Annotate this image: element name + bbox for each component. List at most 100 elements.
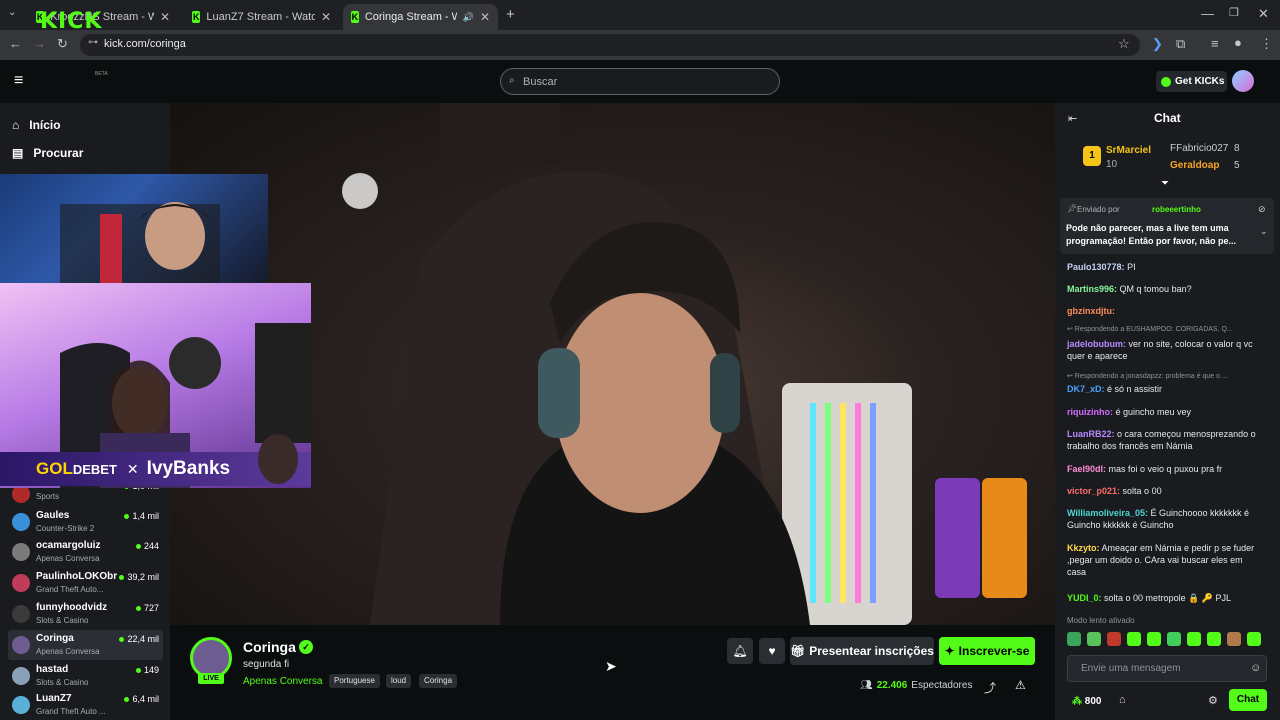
gift-subs-button[interactable]: 🎁︎ Presentear inscrições	[790, 637, 934, 665]
chat-username[interactable]: Williamoliveira_05:	[1067, 508, 1148, 518]
chat-username[interactable]: DK7_xD:	[1067, 384, 1105, 394]
leaderboard-name[interactable]: FFabricio027	[1170, 143, 1228, 154]
kick-logo[interactable]: KICK	[40, 9, 102, 34]
channel-name[interactable]: Coringa	[243, 639, 296, 655]
emote-icon[interactable]	[1227, 632, 1241, 646]
stream-category-link[interactable]: Apenas Conversa	[243, 676, 323, 687]
chat-username[interactable]: Martins996:	[1067, 284, 1117, 294]
sidebar-channel-funnyhoodvidz[interactable]: funnyhoodvidz Slots & Casino 727	[8, 599, 163, 629]
emote-icon[interactable]	[1067, 632, 1081, 646]
notification-bell-button[interactable]: 🔔︎	[727, 638, 753, 664]
stream-tag[interactable]: Coringa	[419, 674, 458, 688]
menu-dots-icon[interactable]: ⋮	[1260, 36, 1273, 52]
chat-username[interactable]: Fael90dl:	[1067, 464, 1106, 474]
close-tab-icon[interactable]: ✕	[480, 10, 490, 24]
follow-heart-button[interactable]: ♥	[759, 638, 785, 664]
sidebar-channel-gaules[interactable]: Gaules Counter-Strike 2 1,4 mil	[8, 507, 163, 537]
expand-leaderboard-icon[interactable]: ⏷	[1161, 178, 1169, 189]
chat-username[interactable]: gbzinxdjtu:	[1067, 306, 1115, 316]
emote-icon[interactable]	[1247, 632, 1261, 646]
browser-tab-luanz7[interactable]: K LuanZ7 Stream - Watch Live on ✕	[184, 4, 339, 30]
emote-icon[interactable]	[1167, 632, 1181, 646]
chat-message[interactable]: Kkzyto: Ameaçar em Nárnia e pedir p se f…	[1067, 542, 1262, 578]
send-chat-button[interactable]: Chat	[1229, 689, 1267, 711]
nav-inicio[interactable]: ⌂ Início	[12, 118, 61, 132]
extensions-puzzle-icon[interactable]: ⧉	[1176, 36, 1185, 52]
chat-text: é guincho meu vey	[1115, 407, 1192, 417]
leaderboard-name[interactable]: SrMarciel	[1106, 145, 1151, 156]
chat-message[interactable]: LuanRB22: o cara começou menosprezando o…	[1067, 428, 1262, 452]
new-tab-icon[interactable]: +	[506, 6, 515, 23]
channel-avatar	[12, 543, 30, 561]
chat-username[interactable]: jadelobubum:	[1067, 339, 1126, 349]
subscribe-button[interactable]: ✦ Inscrever-se	[939, 637, 1035, 665]
browser-tab-coringa[interactable]: K Coringa Stream - Watch Live 🔊 ✕	[343, 4, 498, 30]
chat-message[interactable]: DK7_xD: é só n assistir	[1067, 383, 1262, 395]
unpin-icon[interactable]: ⊘	[1258, 204, 1266, 215]
media-control-icon[interactable]: ≡	[1211, 36, 1219, 51]
pinned-message[interactable]: 📌︎ Enviado por robeeertinho Pode não par…	[1060, 198, 1274, 254]
report-warning-icon[interactable]: ⚠	[1015, 678, 1026, 692]
chat-username[interactable]: Paulo130778:	[1067, 262, 1125, 272]
sidebar-channel-luanz7[interactable]: LuanZ7 Grand Theft Auto ... 6,4 mil	[8, 690, 163, 720]
hamburger-menu-icon[interactable]: ≡	[14, 72, 23, 90]
site-info-icon[interactable]: ⊶	[88, 37, 98, 48]
chat-message[interactable]: Williamoliveira_05: É Guinchoooo kkkkkkk…	[1067, 507, 1262, 531]
chat-message[interactable]: jadelobubum: ver no site, colocar o valo…	[1067, 338, 1262, 362]
chat-username[interactable]: LuanRB22:	[1067, 429, 1115, 439]
emote-icon[interactable]	[1207, 632, 1221, 646]
leaderboard-name[interactable]: Geraldoap	[1170, 160, 1219, 171]
chat-username[interactable]: victor_p021:	[1067, 486, 1120, 496]
chat-message[interactable]: Martins996: QM q tomou ban?	[1067, 283, 1262, 295]
chat-message[interactable]: Fael90dl: mas foi o veio q puxou pra fr	[1067, 463, 1262, 475]
forward-icon[interactable]: →	[33, 36, 46, 51]
profile-icon[interactable]: ●	[1234, 35, 1242, 50]
chat-message[interactable]: Paulo130778: PI	[1067, 261, 1262, 273]
stream-tag[interactable]: Portuguese	[329, 674, 380, 688]
user-avatar[interactable]	[1232, 70, 1254, 92]
audio-icon[interactable]: 🔊	[463, 12, 474, 23]
get-kicks-button[interactable]: Get KICKs	[1156, 71, 1227, 92]
back-icon[interactable]: ←	[9, 36, 22, 51]
chat-message-input[interactable]: Envie uma mensagem ☺	[1067, 655, 1267, 682]
store-icon[interactable]: ⌂	[1119, 694, 1126, 706]
tab-search-icon[interactable]: ⌄	[8, 7, 16, 18]
minimize-icon[interactable]: —	[1201, 6, 1214, 21]
emote-icon[interactable]	[1147, 632, 1161, 646]
emoji-picker-icon[interactable]: ☺	[1250, 662, 1261, 674]
chat-message[interactable]: YUDI_0: solta o 00 metropole 🔒 🔑 PJL	[1067, 592, 1262, 604]
restore-icon[interactable]: ❐	[1229, 6, 1239, 19]
chat-username[interactable]: YUDI_0:	[1067, 593, 1102, 603]
emote-icon[interactable]	[1107, 632, 1121, 646]
bookmark-star-icon[interactable]: ☆	[1118, 36, 1130, 52]
settings-gear-icon[interactable]: ⚙	[1208, 694, 1218, 707]
window-close-icon[interactable]: ✕	[1258, 6, 1269, 22]
channel-points[interactable]: ⁂ 800	[1072, 696, 1101, 707]
leaderboard-count: 8	[1234, 143, 1240, 154]
stream-tag[interactable]: loud	[386, 674, 412, 688]
extension-icon[interactable]: ❯	[1152, 36, 1163, 52]
pinned-user[interactable]: robeeertinho	[1152, 205, 1201, 214]
chevron-down-icon[interactable]: ⌄	[1260, 226, 1268, 237]
close-tab-icon[interactable]: ✕	[321, 10, 331, 24]
collapse-chat-icon[interactable]: ⇤	[1068, 112, 1077, 125]
reload-icon[interactable]: ↻	[57, 36, 68, 52]
chat-username[interactable]: Kkzyto:	[1067, 543, 1100, 553]
close-tab-icon[interactable]: ✕	[160, 10, 170, 24]
chat-message[interactable]: victor_p021: solta o 00	[1067, 485, 1262, 497]
sidebar-channel-hastad[interactable]: hastad Slots & Casino 149	[8, 661, 163, 691]
sidebar-channel-coringa[interactable]: Coringa Apenas Conversa 22,4 mil	[8, 630, 163, 660]
emote-icon[interactable]	[1187, 632, 1201, 646]
emote-icon[interactable]	[1087, 632, 1101, 646]
kick-favicon-icon: K	[192, 11, 201, 23]
chat-username[interactable]: riquizinho:	[1067, 407, 1113, 417]
chat-message[interactable]: gbzinxdjtu:	[1067, 305, 1262, 317]
search-input[interactable]: ⌕ Buscar	[500, 68, 780, 95]
nav-procurar[interactable]: ▤ Procurar	[12, 146, 83, 160]
sidebar-channel-paulinholokobr[interactable]: PaulinhoLOKObr Grand Theft Auto... 39,2 …	[8, 568, 163, 598]
chat-message[interactable]: riquizinho: é guincho meu vey	[1067, 406, 1262, 418]
emote-icon[interactable]	[1127, 632, 1141, 646]
url-bar[interactable]: ⊶ kick.com/coringa	[80, 34, 1140, 56]
share-icon[interactable]: ⤴	[984, 679, 996, 696]
sidebar-channel-ocamargoluiz[interactable]: ocamargoluiz Apenas Conversa 244	[8, 537, 163, 567]
